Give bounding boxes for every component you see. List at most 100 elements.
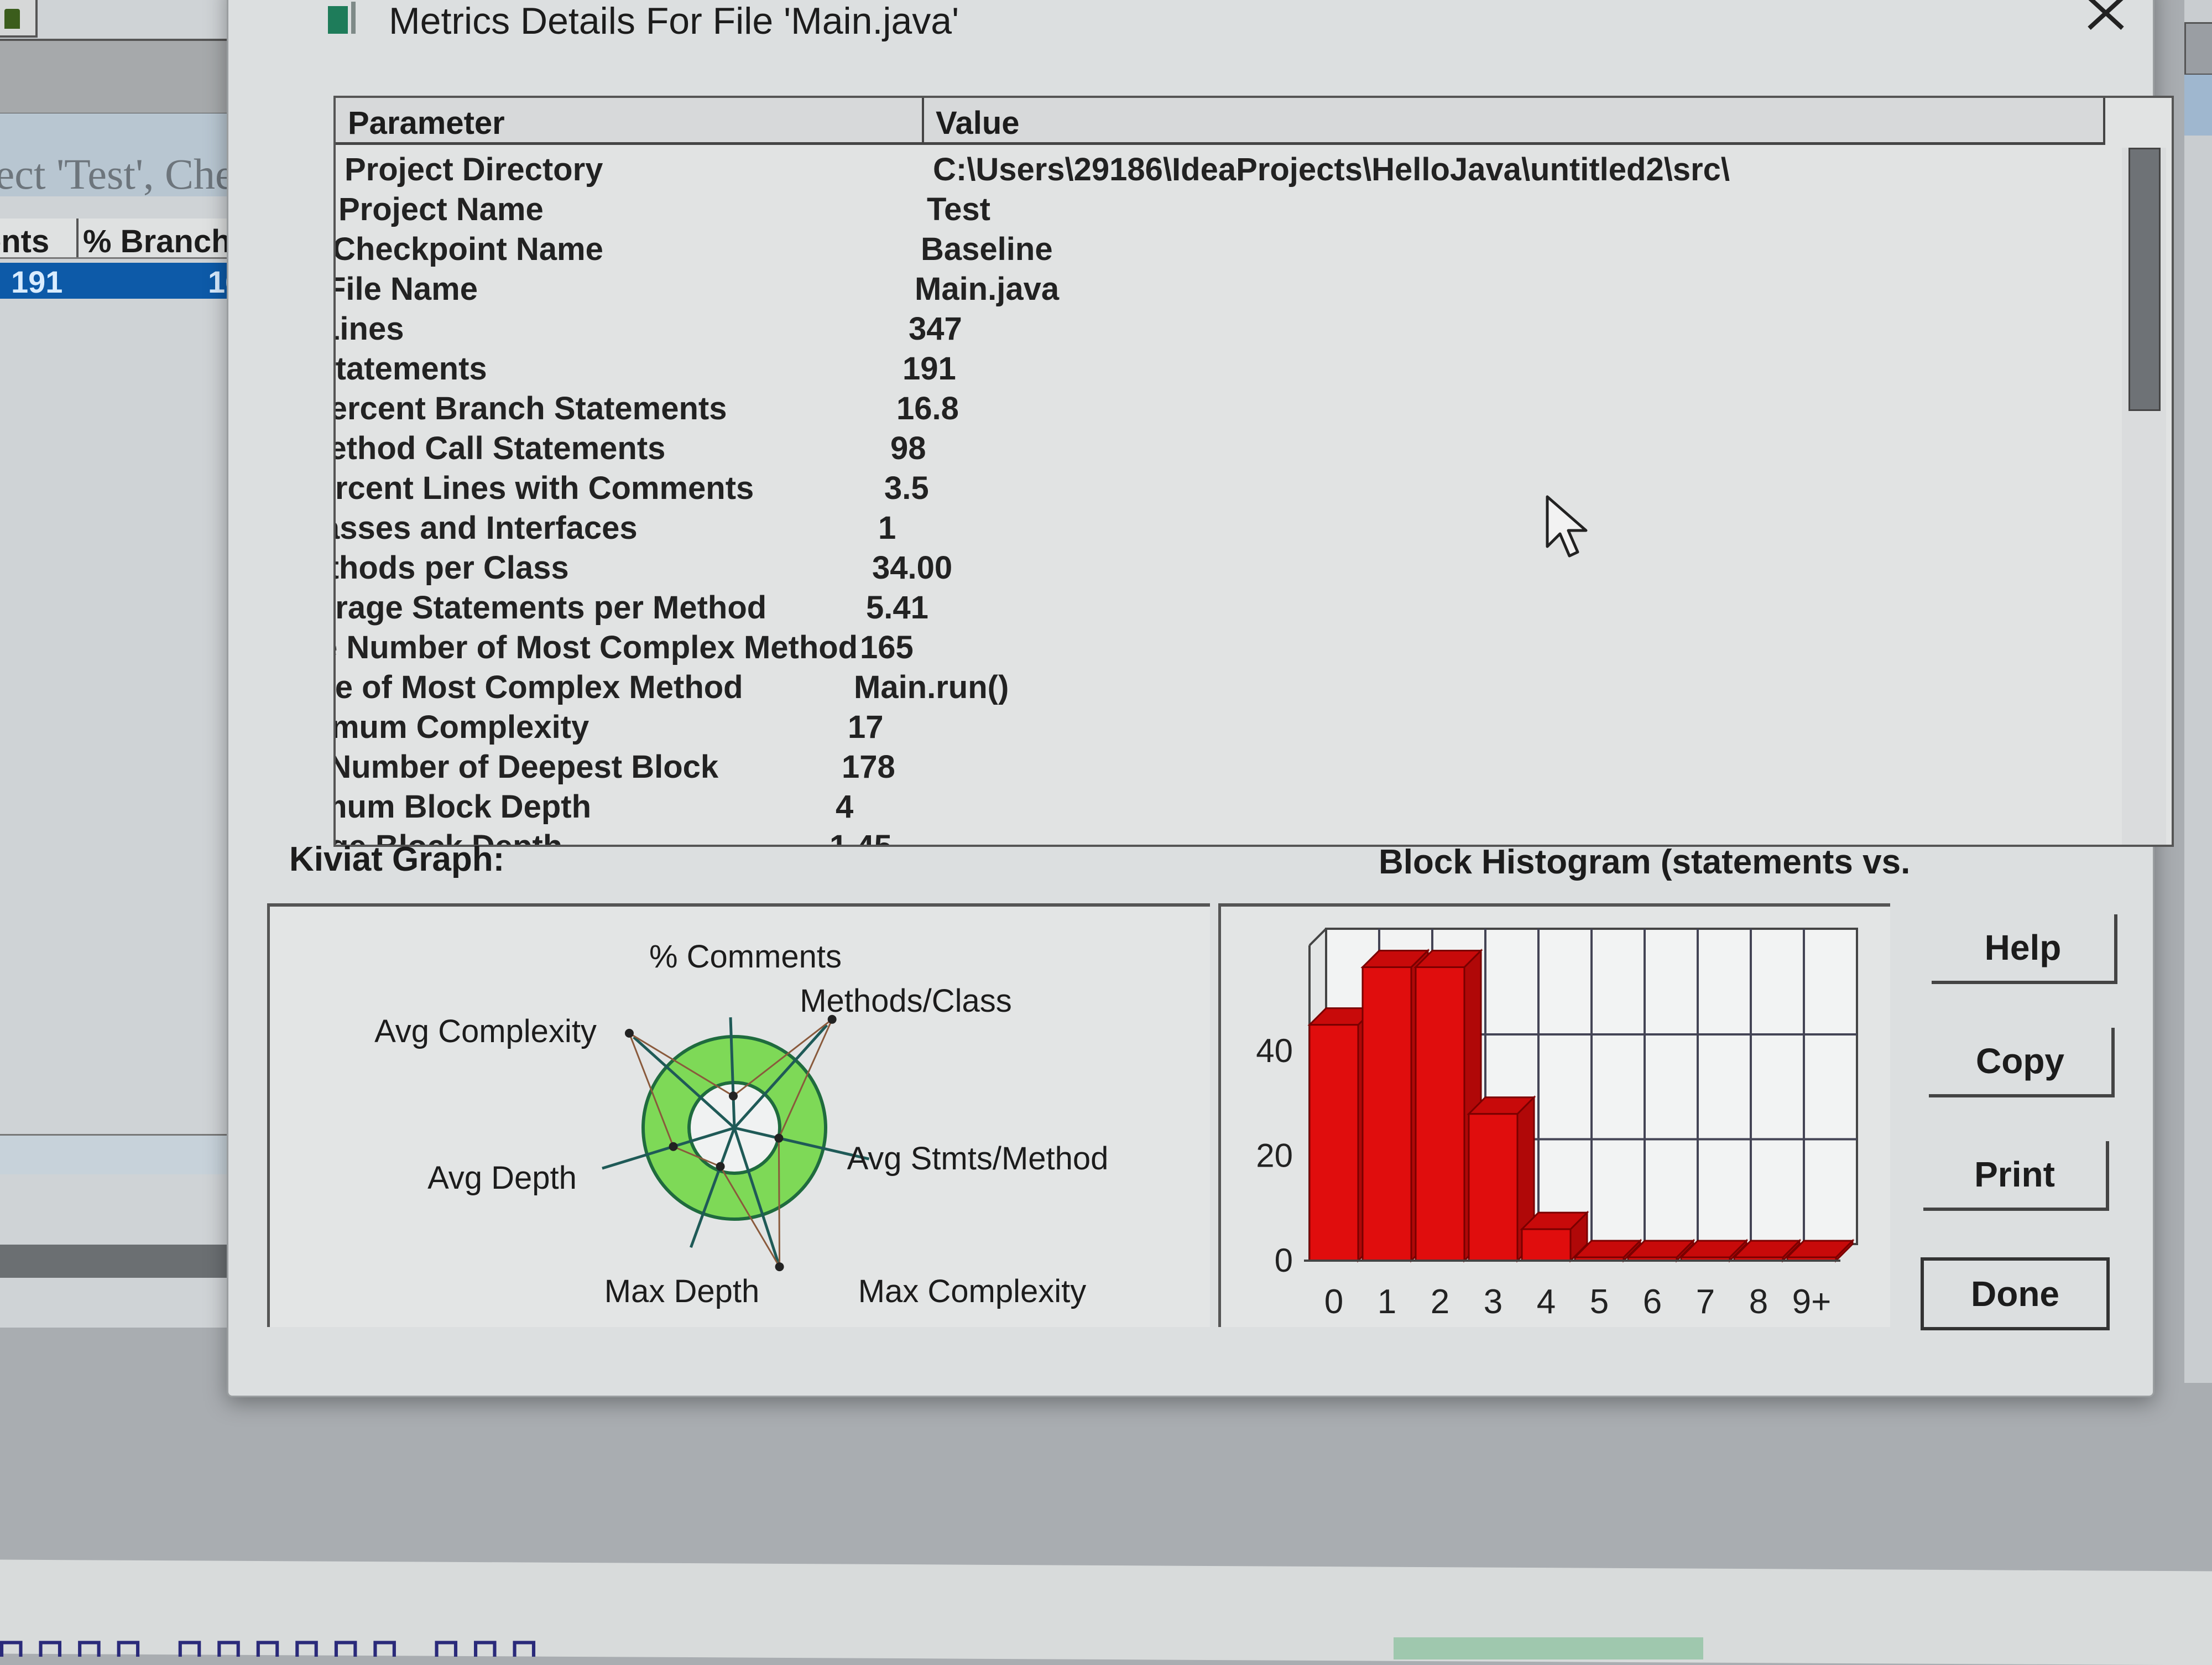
- column-divider[interactable]: [922, 98, 924, 142]
- value-cell: 16.8: [896, 391, 959, 426]
- parameter-cell: Line Number of Most Complex Method: [336, 629, 858, 665]
- kiviat-data-point: [775, 1262, 784, 1272]
- app-icon-divider: [351, 2, 356, 34]
- value-cell: 1.45: [830, 829, 892, 847]
- parameter-cell: Name of Most Complex Method: [335, 669, 743, 705]
- table-row[interactable]: Percent Branch Statements 16.8: [336, 387, 2105, 426]
- value-cell: 347: [909, 311, 962, 347]
- column-header-value[interactable]: Value: [936, 105, 1020, 142]
- column-divider[interactable]: [76, 218, 79, 257]
- value-cell: Test: [927, 191, 990, 227]
- value-cell: 191: [902, 351, 956, 387]
- kiviat-axis-label: % Comments: [649, 939, 842, 975]
- block-histogram-label: Block Histogram (statements vs.: [1379, 843, 1911, 881]
- parameter-cell: File Name: [333, 271, 478, 307]
- table-row[interactable]: File Name Main.java: [336, 267, 2105, 307]
- background-toolbar: [2184, 22, 2212, 75]
- histogram-x-tick-label: 4: [1537, 1283, 1556, 1321]
- parameter-cell: Average Statements per Method: [335, 590, 767, 626]
- table-row[interactable]: Lines 347: [336, 307, 2105, 347]
- column-header-parameter[interactable]: Parameter: [348, 105, 505, 142]
- toolbar-button[interactable]: [0, 0, 38, 38]
- copy-button[interactable]: Copy: [1929, 1028, 2115, 1097]
- kiviat-axis-label: Avg Complexity: [374, 1013, 597, 1049]
- done-button[interactable]: Done: [1921, 1257, 2110, 1330]
- value-cell: 165: [860, 629, 914, 665]
- value-cell: 178: [842, 749, 895, 785]
- help-button[interactable]: Help: [1932, 914, 2117, 984]
- histogram-y-tick-label: 40: [1256, 1032, 1293, 1069]
- table-row[interactable]: Project Directory C:\Users\29186\IdeaProj…: [336, 148, 2105, 188]
- vertical-scrollbar[interactable]: [2122, 148, 2166, 845]
- parameter-cell: Percent Branch Statements: [333, 391, 727, 426]
- table-header: Parameter Value: [336, 98, 2105, 145]
- mouse-cursor-icon: [1546, 495, 1588, 558]
- close-button[interactable]: [2081, 0, 2131, 34]
- background-window-title: ject 'Test', Che: [0, 150, 234, 198]
- kiviat-graph-canvas: % Comments Methods/Class Avg Stmts/Method M…: [374, 939, 1109, 1309]
- table-row[interactable]: Method Call Statements 98: [336, 426, 2105, 466]
- table-row[interactable]: Maximum Block Depth 4: [336, 785, 2105, 825]
- parameter-cell: Method Call Statements: [333, 430, 666, 466]
- table-row[interactable]: Name of Most Complex Method Main.run(): [336, 665, 2105, 705]
- histogram-bar: [1415, 966, 1465, 1262]
- kiviat-axis-label: Avg Stmts/Method: [847, 1141, 1109, 1177]
- table-row[interactable]: Checkpoint Name Baseline: [336, 227, 2105, 267]
- value-cell: C:\Users\29186\IdeaProjects\HelloJava\un…: [933, 152, 1730, 188]
- parameter-cell: Checkpoint Name: [333, 231, 603, 267]
- table-row[interactable]: Average Statements per Method 5.41: [336, 586, 2105, 626]
- column-divider[interactable]: [2103, 98, 2105, 142]
- parameter-cell: Percent Lines with Comments: [333, 470, 754, 506]
- scrollbar-thumb[interactable]: [2128, 148, 2161, 411]
- histogram-x-tick-label: 3: [1484, 1283, 1503, 1321]
- metrics-table: Parameter Value Project Directory C:\User…: [333, 96, 2174, 847]
- table-row[interactable]: Percent Lines with Comments 3.5: [336, 466, 2105, 506]
- print-button[interactable]: Print: [1923, 1141, 2109, 1211]
- kiviat-axis-label: Max Depth: [604, 1273, 759, 1309]
- parameter-cell: Line Number of Deepest Block: [333, 749, 719, 785]
- table-body: Project Directory C:\Users\29186\IdeaProj…: [336, 148, 2105, 847]
- parameter-cell: Classes and Interfaces: [336, 510, 638, 546]
- background-panel: [0, 1245, 232, 1278]
- histogram-bar: [1308, 1024, 1359, 1262]
- column-header[interactable]: ents: [0, 223, 49, 260]
- background-window-right: [2184, 0, 2212, 1383]
- table-row[interactable]: Methods per Class 34.00: [336, 546, 2105, 586]
- parameter-cell: Methods per Class: [336, 550, 569, 586]
- kiviat-data-point: [669, 1142, 678, 1151]
- kiviat-data-point: [624, 1028, 634, 1038]
- block-histogram-canvas: 020400 1 2 3 4 5 6 7 8 9+: [1256, 928, 1858, 1321]
- value-cell: 1: [878, 510, 896, 546]
- block-histogram: 0 20 40 0 1 2 3 4 5 6 7 8 9+: [1218, 903, 1890, 1327]
- background-status-indicator: [1394, 1637, 1703, 1659]
- histogram-x-tick-label: 6: [1643, 1283, 1662, 1321]
- table-row[interactable]: Classes and Interfaces 1: [336, 506, 2105, 546]
- value-cell: 17: [848, 709, 884, 745]
- background-bottom-text-clipped: ▯▯▯▯ ▯▯▯▯▯▯ ▯▯▯: [0, 1624, 546, 1657]
- close-icon: [2088, 0, 2124, 30]
- metrics-details-dialog: Metrics Details For File 'Main.java' Par…: [227, 0, 2174, 1397]
- dialog-titlebar[interactable]: Metrics Details For File 'Main.java': [228, 0, 2153, 46]
- table-row[interactable]: Statements 191: [336, 347, 2105, 387]
- kiviat-axis-label: Avg Depth: [427, 1160, 577, 1196]
- parameter-cell: Maximum Block Depth: [336, 789, 591, 825]
- kiviat-data-point: [716, 1162, 725, 1171]
- kiviat-axis-label: Methods/Class: [800, 983, 1012, 1019]
- table-row[interactable]: Project Name Test: [336, 188, 2105, 227]
- kiviat-data-point: [827, 1014, 837, 1024]
- table-row[interactable]: Line Number of Deepest Block 178: [336, 745, 2105, 785]
- value-cell: Main.java: [915, 271, 1060, 307]
- parameter-cell: Project Directory: [345, 152, 603, 188]
- value-cell: Main.run(): [854, 669, 1009, 705]
- kiviat-axis-label: Max Complexity: [858, 1273, 1087, 1309]
- histogram-y-tick-label: 20: [1256, 1137, 1293, 1174]
- parameter-cell: Maximum Complexity: [333, 709, 589, 745]
- table-row[interactable]: Maximum Complexity 17: [336, 705, 2105, 745]
- histogram-bar: [1361, 966, 1412, 1262]
- background-panel: [0, 1134, 243, 1174]
- histogram-side-edge: [1308, 928, 1327, 946]
- histogram-x-tick-label: 1: [1378, 1283, 1396, 1321]
- dialog-title: Metrics Details For File 'Main.java': [389, 0, 959, 42]
- histogram-x-tick-label: 7: [1696, 1283, 1715, 1321]
- table-row[interactable]: Line Number of Most Complex Method165: [336, 626, 2105, 665]
